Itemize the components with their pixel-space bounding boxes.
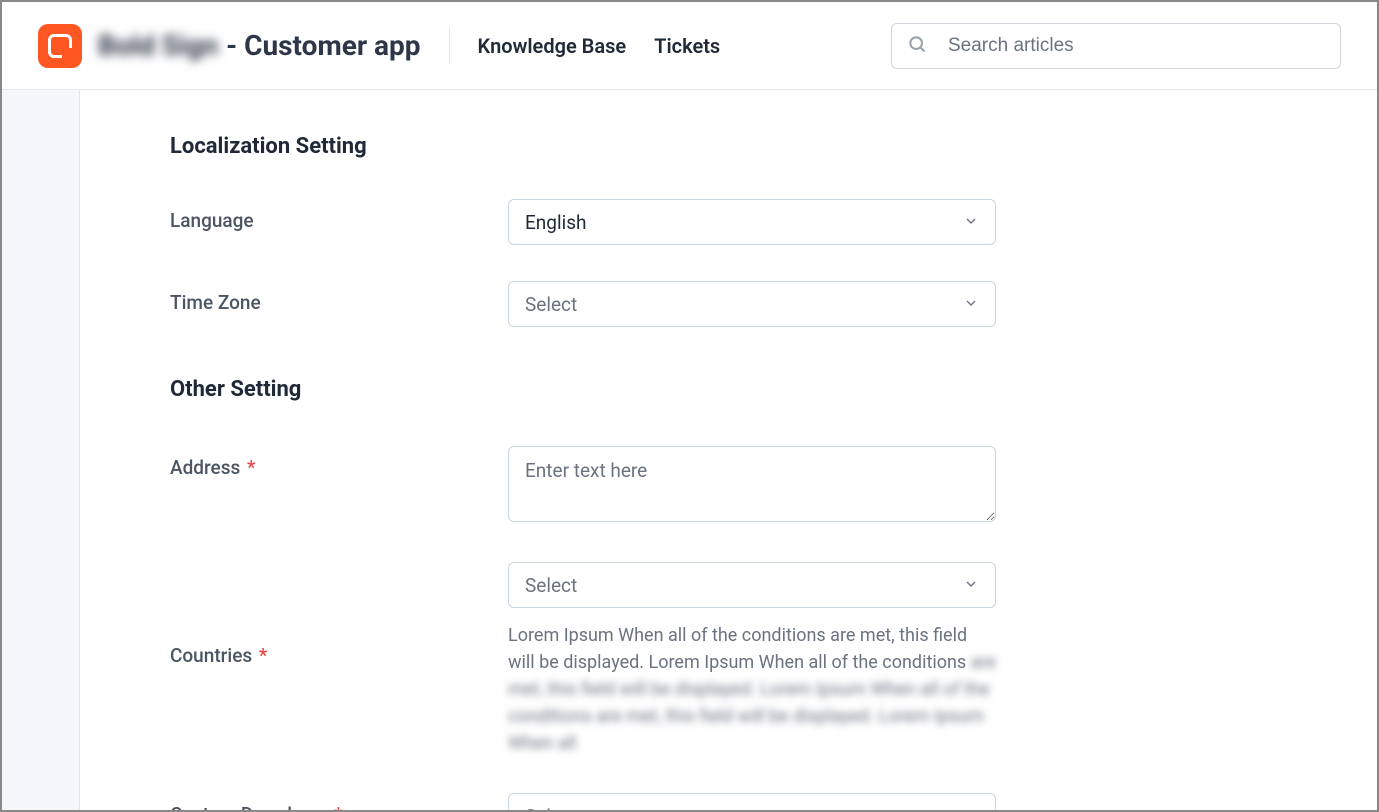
brand-name-blurred: Bold Sign (98, 29, 218, 62)
label-timezone: Time Zone (170, 281, 508, 314)
sidebar (2, 90, 80, 810)
search-input[interactable] (891, 23, 1341, 69)
header-divider (449, 28, 450, 64)
select-language[interactable]: English (508, 199, 996, 245)
label-custom-dropdown: Custom Dropdown * (170, 793, 508, 810)
nav-knowledge-base[interactable]: Knowledge Base (478, 34, 627, 58)
required-mark: * (334, 803, 342, 810)
select-timezone-placeholder: Select (525, 293, 577, 316)
label-countries-text: Countries (170, 644, 252, 667)
select-custom-dropdown-placeholder: Select (525, 805, 577, 811)
select-countries[interactable]: Select (508, 562, 996, 608)
chevron-down-icon (963, 211, 979, 234)
label-language: Language (170, 199, 508, 232)
main-content: Localization Setting Language English Ti… (80, 90, 1377, 810)
form-row-address: Address * (170, 446, 1377, 526)
required-mark: * (247, 456, 255, 479)
label-address: Address * (170, 446, 508, 479)
form-row-timezone: Time Zone Select (170, 281, 1377, 327)
body-wrap: Localization Setting Language English Ti… (2, 90, 1377, 810)
label-address-text: Address (170, 456, 240, 479)
app-logo-icon (38, 24, 82, 68)
search-wrap (891, 23, 1341, 69)
textarea-address[interactable] (508, 446, 996, 522)
section-title-other: Other Setting (170, 377, 1377, 402)
select-countries-placeholder: Select (525, 574, 577, 597)
header: Bold Sign - Customer app Knowledge Base … (2, 2, 1377, 90)
chevron-down-icon (963, 805, 979, 811)
nav-tickets[interactable]: Tickets (654, 34, 720, 58)
section-title-localization: Localization Setting (170, 134, 1377, 159)
label-custom-dropdown-text: Custom Dropdown (170, 803, 327, 810)
form-row-countries: Countries * Select Lorem Ipsum When all … (170, 562, 1377, 757)
select-timezone[interactable]: Select (508, 281, 996, 327)
select-language-value: English (525, 211, 586, 234)
required-mark: * (259, 644, 267, 667)
help-text-countries: Lorem Ipsum When all of the conditions a… (508, 622, 996, 757)
help-text-visible: Lorem Ipsum When all of the conditions a… (508, 625, 967, 673)
select-custom-dropdown[interactable]: Select (508, 793, 996, 810)
chevron-down-icon (963, 293, 979, 316)
label-countries: Countries * (170, 562, 508, 667)
form-row-custom-dropdown: Custom Dropdown * Select (170, 793, 1377, 810)
chevron-down-icon (963, 574, 979, 597)
form-row-language: Language English (170, 199, 1377, 245)
brand-suffix: - Customer app (226, 29, 420, 62)
search-icon (907, 34, 927, 58)
